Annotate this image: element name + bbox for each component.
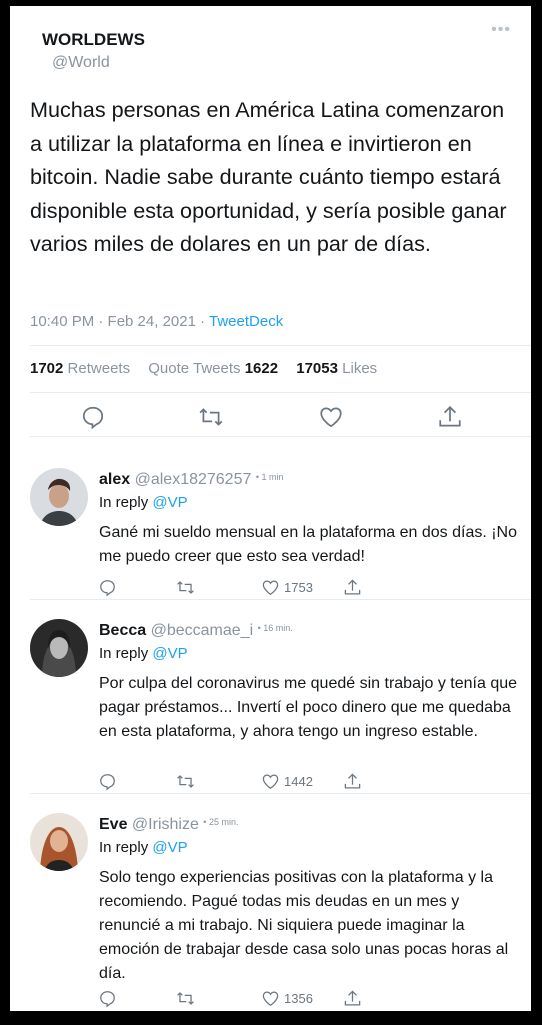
reply-author-name[interactable]: Eve [99,816,127,833]
like-action[interactable]: 1753 [261,577,313,597]
tweet-card: ••• WORLDEWS @World Muchas personas en A… [10,6,531,1011]
share-upload-icon[interactable] [437,404,463,430]
like-action[interactable]: 1356 [261,988,313,1008]
share-upload-icon[interactable] [343,771,362,791]
retweets-count: 1702 [30,360,64,377]
reply-author-handle[interactable]: @beccamae_i [151,622,254,639]
retweets-label: Retweets [67,360,131,377]
likes-stat[interactable]: 17053 Likes [296,360,377,377]
tweet-text: Muchas personas en América Latina comenz… [30,97,507,256]
reply-author-handle[interactable]: @Irishize [132,816,199,833]
comment-bubble-icon[interactable] [98,771,117,791]
reply-action-bar: 1753 [98,577,428,597]
reply-author: Becca @beccamae_i • 16 min. [99,622,293,640]
reply-context: In reply @VP [99,645,188,662]
reply-prefix: In reply [99,839,153,856]
like-count: 1442 [284,773,313,789]
share-upload-icon[interactable] [343,988,362,1008]
reply-prefix: In reply [99,494,153,511]
like-count: 1356 [284,990,313,1006]
avatar[interactable] [30,619,88,677]
comment-bubble-icon[interactable] [98,988,117,1008]
comment-bubble-icon[interactable] [98,577,117,597]
heart-icon [262,991,279,1006]
reply-text: Por culpa del coronavirus me quedé sin t… [99,675,518,740]
like-action[interactable]: 1442 [261,771,313,791]
like-count: 1753 [284,579,313,595]
reply-mention-link[interactable]: @VP [152,494,187,511]
reply-prefix: In reply [99,645,153,662]
divider [30,392,531,393]
divider [30,793,531,794]
reply-tweet: Becca @beccamae_i • 16 min. In reply @VP… [10,619,531,791]
tweet-stats: 1702 Retweets Quote Tweets 1622 17053 Li… [30,360,377,377]
reply-context: In reply @VP [99,494,188,511]
divider [30,599,531,600]
retweet-arrows-icon[interactable] [198,404,224,430]
retweet-arrows-icon[interactable] [176,771,195,791]
divider [30,345,531,346]
retweet-arrows-icon[interactable] [176,988,195,1008]
reply-author: Eve @Irishize • 25 min. [99,816,238,834]
tweet-action-bar [10,396,531,436]
reply-text: Gané mi sueldo mensual en la plataforma … [99,524,518,565]
reply-time: • 16 min. [257,623,293,633]
quote-tweets-label: Quote Tweets [148,360,241,377]
avatar[interactable] [30,813,88,871]
reply-time: • 1 min [255,472,284,482]
reply-author: alex @alex18276257 • 1 min [99,471,284,489]
avatar[interactable] [30,468,88,526]
share-upload-icon[interactable] [343,577,362,597]
tweet-source-link[interactable]: TweetDeck [209,313,283,330]
comment-bubble-icon[interactable] [80,404,106,430]
heart-icon [262,580,279,595]
quote-tweets-count: 1622 [244,360,279,377]
reply-context: In reply @VP [99,839,188,856]
reply-mention-link[interactable]: @VP [152,839,187,856]
tweet-author-handle[interactable]: @World [52,54,110,72]
reply-tweet: alex @alex18276257 • 1 min In reply @VP … [10,468,531,598]
reply-action-bar: 1356 [98,988,428,1008]
heart-icon[interactable] [318,404,344,430]
reply-tweet: Eve @Irishize • 25 min. In reply @VP Sol… [10,813,531,1008]
retweet-arrows-icon[interactable] [176,577,195,597]
likes-label: Likes [342,360,378,377]
reply-author-handle[interactable]: @alex18276257 [135,471,252,488]
tweet-timestamp[interactable]: 10:40 PM · Feb 24, 2021 · [30,313,209,330]
reply-action-bar: 1442 [98,771,428,791]
reply-author-name[interactable]: alex [99,471,130,488]
tweet-author-name[interactable]: WORLDEWS [42,30,145,50]
reply-text: Solo tengo experiencias positivas con la… [99,869,509,982]
heart-icon [262,774,279,789]
likes-count: 17053 [296,360,338,377]
reply-author-name[interactable]: Becca [99,622,146,639]
retweets-stat[interactable]: 1702 Retweets [30,360,130,377]
quote-tweets-stat[interactable]: Quote Tweets 1622 [148,360,278,377]
reply-mention-link[interactable]: @VP [152,645,187,662]
divider [30,436,531,437]
more-horizontal-icon[interactable]: ••• [491,21,511,39]
tweet-meta: 10:40 PM · Feb 24, 2021 · TweetDeck [30,313,283,330]
reply-time: • 25 min. [203,817,239,827]
